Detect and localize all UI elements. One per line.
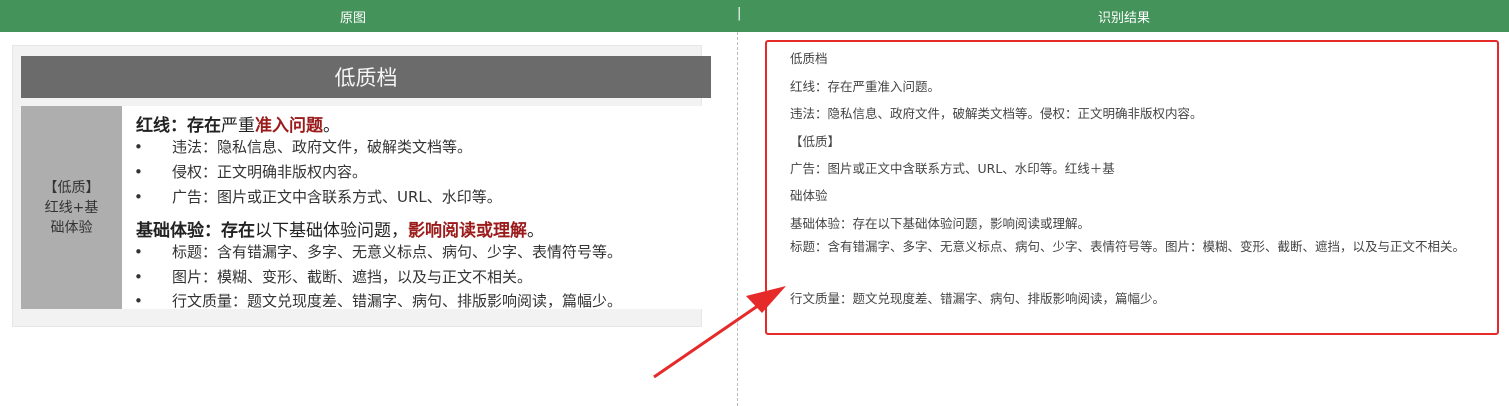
pointer-arrow-icon — [653, 286, 786, 379]
arrow-shaft — [653, 301, 763, 379]
